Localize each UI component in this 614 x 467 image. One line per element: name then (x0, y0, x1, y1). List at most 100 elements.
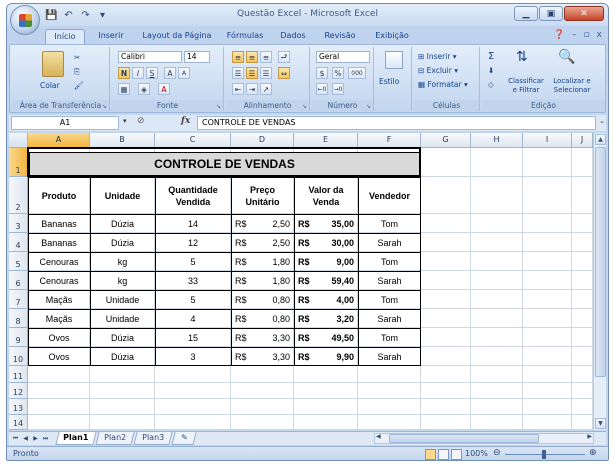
format-cells-button[interactable]: ▦ Formatar ▾ (418, 78, 468, 91)
scroll-right-icon[interactable]: ▶ (587, 433, 592, 440)
row-header-2[interactable]: 2 (9, 177, 28, 214)
fill-icon[interactable]: ⬇ (488, 64, 494, 77)
cell-quantidade[interactable]: 3 (155, 347, 231, 366)
title-merged-cell[interactable]: CONTROLE DE VENDAS (29, 152, 420, 176)
copy-icon[interactable]: ⎘ (74, 65, 80, 78)
row-header-11[interactable]: 11 (9, 366, 28, 383)
cell-produto[interactable]: Ovos (28, 328, 90, 347)
horizontal-scroll-thumb[interactable] (389, 434, 539, 443)
merge-center-icon[interactable]: ⇔ (278, 67, 290, 79)
percent-button[interactable]: % (332, 67, 344, 79)
tab-inserir[interactable]: Inserir (91, 29, 131, 44)
prev-sheet-icon[interactable]: ◀ (21, 433, 30, 444)
horizontal-scrollbar[interactable]: ◀ ▶ (374, 433, 594, 444)
font-size-select[interactable]: 14 (184, 51, 210, 63)
styles-button[interactable]: Estilo (379, 75, 399, 88)
find-select-icon[interactable]: 🔍 (558, 49, 575, 65)
currency-button[interactable]: $ (316, 67, 328, 79)
ribbon-minimize-icon[interactable]: – (572, 30, 577, 40)
autosum-icon[interactable]: Σ (488, 50, 494, 63)
scroll-up-icon[interactable]: ▲ (595, 134, 606, 145)
row-header-14[interactable]: 14 (9, 415, 28, 430)
cell-quantidade[interactable]: 14 (155, 214, 231, 233)
column-header-c[interactable]: C (155, 133, 231, 148)
cell-valor[interactable]: R$ 3,20 (294, 309, 358, 328)
header-cell[interactable]: Produto (28, 177, 90, 214)
cell-unidade[interactable]: kg (90, 252, 155, 271)
row-header-4[interactable]: 4 (9, 233, 28, 252)
row-header-12[interactable]: 12 (9, 383, 28, 399)
orientation-icon[interactable]: ↗ (260, 83, 272, 95)
column-header-j[interactable]: J (572, 133, 593, 148)
tab-layout[interactable]: Layout da Página (139, 29, 215, 44)
cell-preco[interactable]: R$ 0,80 (231, 290, 294, 309)
bold-button[interactable]: N (118, 67, 130, 79)
paste-button[interactable]: Colar (40, 79, 60, 92)
row-header-6[interactable]: 6 (9, 271, 28, 290)
cell-valor[interactable]: R$ 9,90 (294, 347, 358, 366)
cell-quantidade[interactable]: 5 (155, 252, 231, 271)
row-header-13[interactable]: 13 (9, 399, 28, 415)
tab-revisao[interactable]: Revisão (319, 29, 361, 44)
header-cell[interactable]: Preço Unitário (231, 177, 294, 214)
tab-dados[interactable]: Dados (275, 29, 311, 44)
column-header-b[interactable]: B (90, 133, 155, 148)
cell-produto[interactable]: Ovos (28, 347, 90, 366)
find-select-button[interactable]: Localizar e Selecionar (548, 77, 596, 95)
cell-valor[interactable]: R$ 30,00 (294, 233, 358, 252)
column-header-g[interactable]: G (421, 133, 471, 148)
paste-icon[interactable] (42, 51, 64, 77)
cell-preco[interactable]: R$ 2,50 (231, 214, 294, 233)
cell-quantidade[interactable]: 4 (155, 309, 231, 328)
format-painter-icon[interactable]: 🖌 (74, 79, 84, 92)
tab-formulas[interactable]: Fórmulas (222, 29, 268, 44)
zoom-slider-thumb[interactable] (542, 450, 546, 459)
cell-valor[interactable]: R$ 9,00 (294, 252, 358, 271)
vertical-scroll-thumb[interactable] (595, 147, 606, 377)
cell-preco[interactable]: R$ 0,80 (231, 309, 294, 328)
align-middle-icon[interactable]: ≡ (246, 51, 258, 63)
row-header-1[interactable]: 1 (9, 148, 28, 177)
vertical-scrollbar[interactable]: ▲ ▼ (593, 133, 606, 430)
cell-unidade[interactable]: Dúzia (90, 214, 155, 233)
wrap-text-icon[interactable]: ⮐ (278, 51, 290, 63)
column-header-a[interactable]: A (28, 133, 90, 148)
cell-valor[interactable]: R$ 59,40 (294, 271, 358, 290)
column-header-e[interactable]: E (294, 133, 358, 148)
minimize-button[interactable]: ▁ (514, 6, 538, 21)
cell-preco[interactable]: R$ 2,50 (231, 233, 294, 252)
cell-quantidade[interactable]: 15 (155, 328, 231, 347)
namebox-dropdown-icon[interactable]: ▾ (123, 117, 127, 125)
cell-preco[interactable]: R$ 3,30 (231, 347, 294, 366)
underline-button[interactable]: S (146, 67, 158, 79)
cell-vendedor[interactable]: Tom (358, 328, 421, 347)
restore-button[interactable]: ▣ (539, 6, 563, 21)
decrease-indent-icon[interactable]: ⇤ (232, 83, 244, 95)
zoom-out-icon[interactable]: ⊖ (493, 448, 501, 458)
cell-unidade[interactable]: Dúzia (90, 328, 155, 347)
ribbon-restore-icon[interactable]: ▫ (584, 30, 590, 40)
cell-valor[interactable]: R$ 35,00 (294, 214, 358, 233)
align-right-icon[interactable]: ☰ (260, 67, 272, 79)
normal-view-icon[interactable] (425, 449, 436, 460)
cell-valor[interactable]: R$ 49,50 (294, 328, 358, 347)
cell-vendedor[interactable]: Sarah (358, 309, 421, 328)
column-header-h[interactable]: H (471, 133, 523, 148)
cell-quantidade[interactable]: 12 (155, 233, 231, 252)
number-format-select[interactable]: Geral (316, 51, 370, 63)
number-launcher-icon[interactable]: ↘ (366, 103, 371, 110)
insert-sheet-tab[interactable]: ✎ (171, 432, 197, 445)
header-cell[interactable]: Quantidade Vendida (155, 177, 231, 214)
tab-exibicao[interactable]: Exibição (369, 29, 415, 44)
zoom-in-icon[interactable]: ⊕ (589, 448, 597, 458)
column-header-d[interactable]: D (231, 133, 294, 148)
italic-button[interactable]: I (132, 67, 144, 79)
help-icon[interactable]: ❓ (554, 30, 565, 40)
cell-unidade[interactable]: Dúzia (90, 233, 155, 252)
fill-color-icon[interactable]: ◈ (138, 83, 150, 95)
cell-quantidade[interactable]: 33 (155, 271, 231, 290)
page-layout-view-icon[interactable] (438, 449, 449, 460)
cell-valor[interactable]: R$ 4,00 (294, 290, 358, 309)
cut-icon[interactable]: ✂ (74, 51, 80, 64)
sheet-tab-plan1[interactable]: Plan1 (55, 432, 97, 445)
